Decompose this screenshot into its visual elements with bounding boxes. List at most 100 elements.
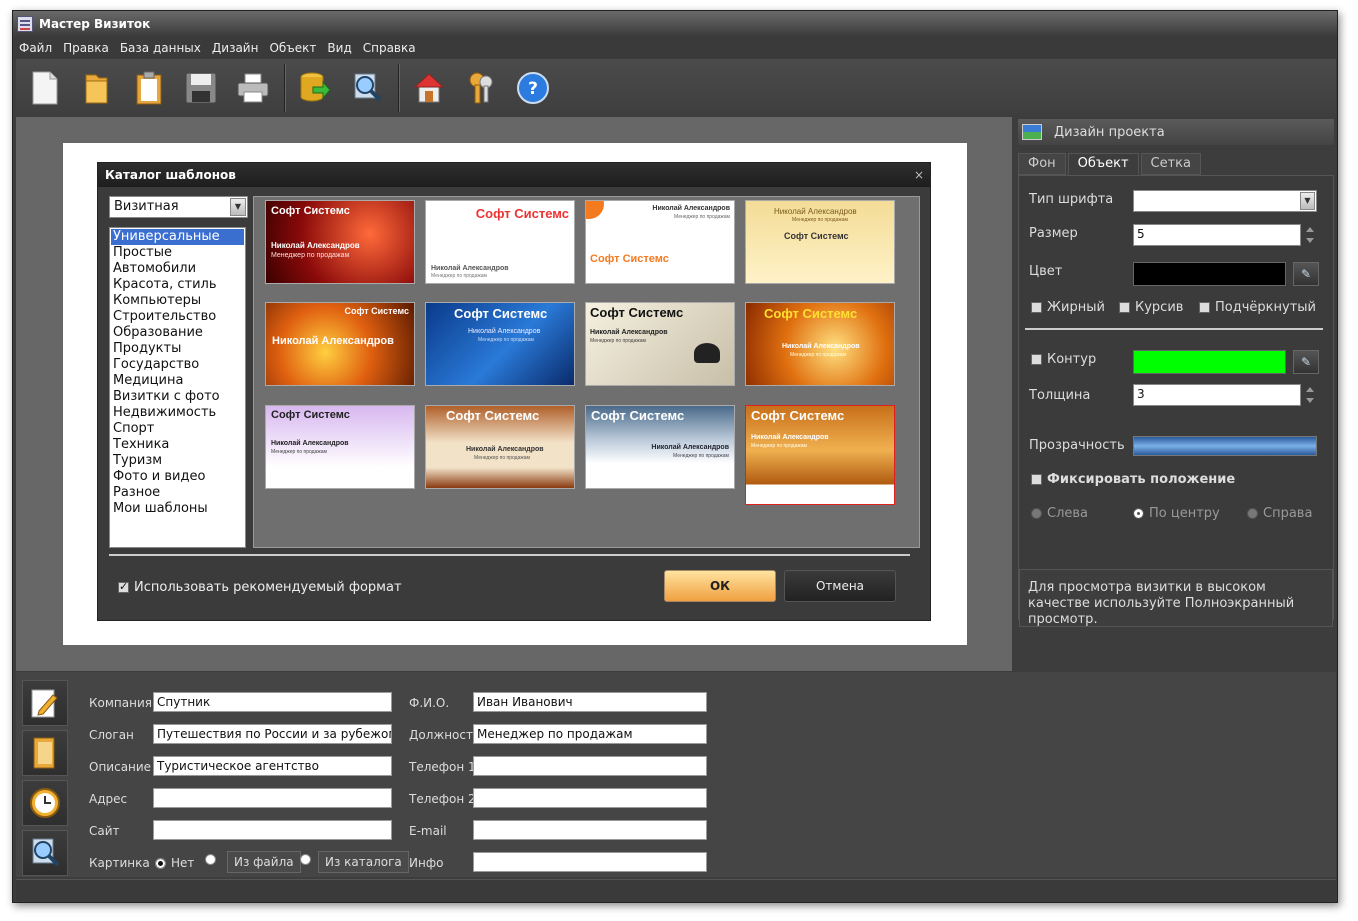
category-item[interactable]: Красота, стиль xyxy=(111,277,244,293)
home-button[interactable] xyxy=(408,67,450,109)
template-card[interactable]: Софт Системс Николай Александров Менедже… xyxy=(425,302,575,386)
paste-button[interactable] xyxy=(128,67,170,109)
category-item[interactable]: Разное xyxy=(111,485,244,501)
category-item[interactable]: Универсальные xyxy=(111,229,244,245)
save-button[interactable] xyxy=(180,67,222,109)
chevron-down-icon[interactable]: ▼ xyxy=(1300,192,1315,210)
book-button[interactable] xyxy=(22,730,68,776)
company-input[interactable]: Спутник xyxy=(153,692,392,712)
outline-option[interactable]: Контур xyxy=(1031,352,1096,367)
search-button[interactable] xyxy=(346,67,388,109)
align-left-radio[interactable] xyxy=(1031,508,1042,519)
outline-checkbox[interactable] xyxy=(1031,354,1042,365)
eyedropper-icon[interactable]: ✎ xyxy=(1293,262,1319,286)
description-input[interactable]: Туристическое агентство xyxy=(153,756,392,776)
category-item[interactable]: Медицина xyxy=(111,373,244,389)
eyedropper-icon[interactable]: ✎ xyxy=(1293,350,1319,374)
fio-input[interactable]: Иван Иванович xyxy=(473,692,707,712)
template-card-selected[interactable]: Софт Системс Николай Александров Менедже… xyxy=(745,405,895,505)
menu-help[interactable]: Справка xyxy=(363,41,416,55)
from-catalog-button[interactable]: Из каталога xyxy=(318,851,409,873)
size-stepper[interactable] xyxy=(1303,224,1317,246)
menu-file[interactable]: Файл xyxy=(19,41,52,55)
tab-background[interactable]: Фон xyxy=(1018,153,1066,175)
italic-checkbox[interactable] xyxy=(1119,302,1130,313)
template-card[interactable]: Софт Системс Николай Александров Менедже… xyxy=(425,200,575,284)
menu-edit[interactable]: Правка xyxy=(63,41,109,55)
category-item[interactable]: Государство xyxy=(111,357,244,373)
menu-design[interactable]: Дизайн xyxy=(212,41,259,55)
use-recommended-checkbox[interactable] xyxy=(118,580,129,593)
bold-option[interactable]: Жирный xyxy=(1031,300,1105,315)
align-center-radio[interactable] xyxy=(1133,508,1144,519)
outline-color-swatch[interactable] xyxy=(1133,350,1286,374)
slogan-input[interactable]: Путешествия по России и за рубежом xyxy=(153,724,392,744)
picture-catalog-option[interactable] xyxy=(300,854,316,865)
template-card[interactable]: Николай Александров Менеджер по продажам… xyxy=(585,200,735,284)
template-card[interactable]: Софт Системс Николай Александров Менедже… xyxy=(585,302,735,386)
category-item[interactable]: Спорт xyxy=(111,421,244,437)
size-input[interactable]: 5 xyxy=(1133,224,1301,246)
open-button[interactable] xyxy=(76,67,118,109)
fix-position-checkbox[interactable] xyxy=(1031,474,1042,485)
ok-button[interactable]: ОК xyxy=(664,570,776,602)
from-file-button[interactable]: Из файла xyxy=(227,851,301,873)
site-input[interactable] xyxy=(153,820,392,840)
close-icon[interactable]: × xyxy=(914,168,924,182)
thickness-stepper[interactable] xyxy=(1303,384,1317,406)
align-center-option[interactable]: По центру xyxy=(1133,506,1220,521)
underline-option[interactable]: Подчёркнутый xyxy=(1199,300,1316,315)
use-recommended-format[interactable]: Использовать рекомендуемый формат xyxy=(118,580,402,595)
category-item[interactable]: Компьютеры xyxy=(111,293,244,309)
email-input[interactable] xyxy=(473,820,707,840)
info-input[interactable] xyxy=(473,852,707,872)
preview-button[interactable] xyxy=(22,830,68,876)
category-item[interactable]: Недвижимость xyxy=(111,405,244,421)
category-item[interactable]: Техника xyxy=(111,437,244,453)
card-type-select[interactable]: Визитная ▼ xyxy=(109,196,248,218)
phone1-input[interactable] xyxy=(473,756,707,776)
help-button[interactable]: ? xyxy=(512,67,554,109)
align-left-option[interactable]: Слева xyxy=(1031,506,1088,521)
align-right-option[interactable]: Справа xyxy=(1247,506,1312,521)
category-item[interactable]: Мои шаблоны xyxy=(111,501,244,517)
position-input[interactable]: Менеджер по продажам xyxy=(473,724,707,744)
template-card[interactable]: Софт Системс Николай Александров Менедже… xyxy=(425,405,575,489)
template-card[interactable]: Софт Системс Николай Александров Менедже… xyxy=(265,405,415,489)
template-card[interactable]: Софт Системс Николай Александров Менедже… xyxy=(265,200,415,284)
picture-file-option[interactable] xyxy=(205,854,221,865)
color-swatch[interactable] xyxy=(1133,262,1286,286)
menu-object[interactable]: Объект xyxy=(269,41,316,55)
align-right-radio[interactable] xyxy=(1247,508,1258,519)
category-item[interactable]: Визитки с фото xyxy=(111,389,244,405)
picture-none-option[interactable]: Нет xyxy=(155,856,194,870)
clock-button[interactable] xyxy=(22,780,68,826)
tab-grid[interactable]: Сетка xyxy=(1140,153,1201,175)
category-item[interactable]: Автомобили xyxy=(111,261,244,277)
italic-option[interactable]: Курсив xyxy=(1119,300,1183,315)
address-input[interactable] xyxy=(153,788,392,808)
category-item[interactable]: Фото и видео xyxy=(111,469,244,485)
picture-file-radio[interactable] xyxy=(205,854,216,865)
edit-button[interactable] xyxy=(22,680,68,726)
underline-checkbox[interactable] xyxy=(1199,302,1210,313)
cancel-button[interactable]: Отмена xyxy=(784,570,896,602)
bold-checkbox[interactable] xyxy=(1031,302,1042,313)
keys-button[interactable] xyxy=(460,67,502,109)
template-card[interactable]: Софт Системс Николай Александров Менедже… xyxy=(585,405,735,489)
new-file-button[interactable] xyxy=(24,67,66,109)
chevron-down-icon[interactable]: ▼ xyxy=(230,198,246,216)
thickness-input[interactable]: 3 xyxy=(1133,384,1301,406)
font-type-select[interactable]: ▼ xyxy=(1133,190,1317,212)
category-item[interactable]: Продукты xyxy=(111,341,244,357)
category-item[interactable]: Образование xyxy=(111,325,244,341)
template-card[interactable]: Николай Александров Менеджер по продажам… xyxy=(745,200,895,284)
print-button[interactable] xyxy=(232,67,274,109)
category-item[interactable]: Строительство xyxy=(111,309,244,325)
category-item[interactable]: Простые xyxy=(111,245,244,261)
picture-catalog-radio[interactable] xyxy=(300,854,311,865)
template-card[interactable]: Софт Системс Николай Александров xyxy=(265,302,415,386)
menu-database[interactable]: База данных xyxy=(120,41,201,55)
fix-position-option[interactable]: Фиксировать положение xyxy=(1031,472,1235,487)
picture-none-radio[interactable] xyxy=(155,857,166,869)
